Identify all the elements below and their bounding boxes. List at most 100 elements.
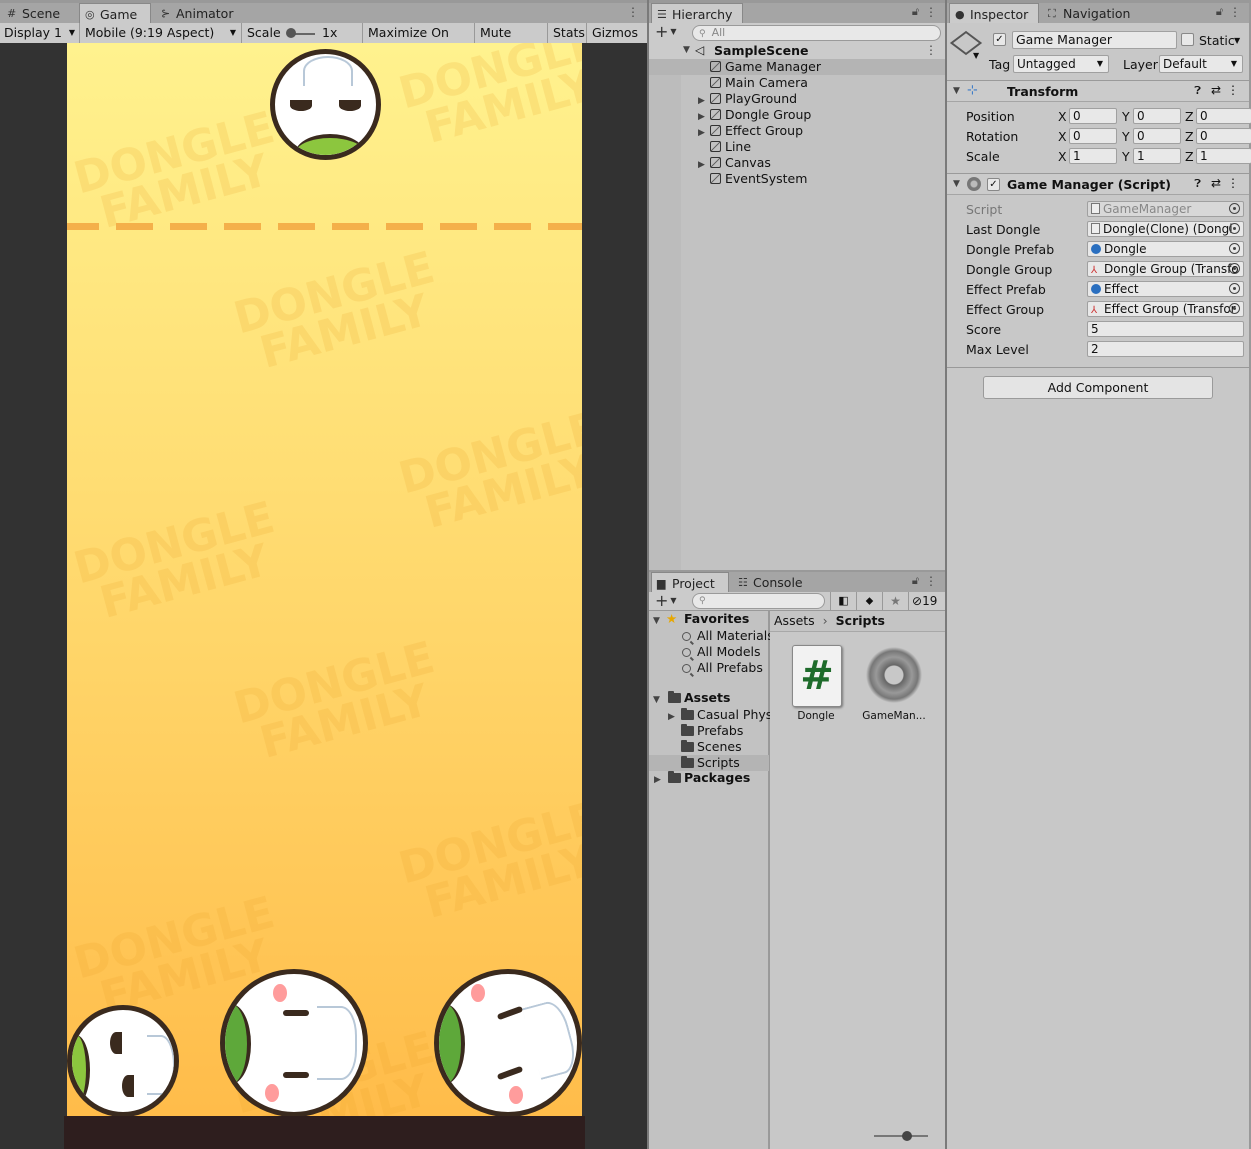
asset-gamemanager-script[interactable]: GameMan...: [860, 643, 928, 723]
tab-game[interactable]: ◎ Game: [79, 3, 151, 24]
object-field[interactable]: Dongle(Clone) (Dongl: [1087, 221, 1244, 237]
favorites-item[interactable]: All Prefabs: [682, 660, 763, 676]
assets-folder[interactable]: Prefabs: [649, 723, 769, 739]
assets-folder[interactable]: ▶ Casual Phys: [649, 707, 772, 723]
mute-audio-button[interactable]: Mute Audio: [476, 23, 548, 60]
project-search-input[interactable]: ⚲: [692, 593, 825, 609]
more-menu-icon[interactable]: ⋮: [1229, 5, 1241, 19]
object-field[interactable]: ⅄ Dongle Group (Transfo: [1087, 261, 1244, 277]
help-icon[interactable]: ❓︎: [1194, 84, 1201, 98]
expand-arrow-icon[interactable]: ▼: [653, 692, 660, 708]
asset-dongle-script[interactable]: # Dongle: [784, 643, 848, 723]
hierarchy-item[interactable]: Game Manager: [649, 59, 945, 75]
icon-size-slider[interactable]: [874, 1135, 928, 1137]
game-viewport[interactable]: DONGLE FAMILY DONGLE FAMILY DONGLE FAMIL…: [0, 43, 647, 1149]
object-picker-icon[interactable]: [1229, 283, 1240, 294]
display-dropdown[interactable]: Display 1 ▼: [0, 23, 80, 44]
create-add-button[interactable]: + ▼: [655, 23, 677, 41]
more-menu-icon[interactable]: ⋮: [1227, 83, 1239, 97]
more-menu-icon[interactable]: ⋮: [925, 574, 937, 588]
transform-y-input[interactable]: 1: [1133, 148, 1181, 164]
object-field[interactable]: ⅄ Effect Group (Transfor: [1087, 301, 1244, 317]
stats-button[interactable]: Stats: [549, 23, 587, 44]
tab-hierarchy[interactable]: ☰ Hierarchy: [651, 3, 743, 24]
lock-icon[interactable]: 🔓︎: [912, 5, 919, 19]
hierarchy-item[interactable]: ▶ Canvas: [649, 155, 945, 171]
tab-console[interactable]: ☷ Console: [733, 572, 823, 593]
lock-icon[interactable]: 🔓︎: [1216, 5, 1223, 19]
favorites-item[interactable]: All Models: [682, 644, 761, 660]
favorite-star-icon[interactable]: ★: [882, 592, 908, 611]
transform-x-input[interactable]: 0: [1069, 128, 1117, 144]
favorites-item[interactable]: All Materials: [682, 628, 774, 644]
object-picker-icon[interactable]: [1229, 263, 1240, 274]
transform-z-input[interactable]: 0: [1196, 128, 1251, 144]
object-picker-icon[interactable]: [1229, 243, 1240, 254]
help-icon[interactable]: ❓︎: [1194, 177, 1201, 191]
object-field[interactable]: Dongle: [1087, 241, 1244, 257]
object-field[interactable]: Effect: [1087, 281, 1244, 297]
tab-navigation[interactable]: ⛶ Navigation: [1043, 3, 1143, 24]
hierarchy-item[interactable]: EventSystem: [649, 171, 945, 187]
more-menu-icon[interactable]: ⋮: [627, 5, 639, 19]
tab-inspector[interactable]: ● Inspector: [949, 3, 1039, 24]
presets-icon[interactable]: ⇄: [1211, 83, 1221, 97]
dropdown-arrow-icon[interactable]: ▼: [1234, 36, 1240, 45]
tab-animator[interactable]: ⊱ Animator: [156, 3, 246, 24]
transform-x-input[interactable]: 0: [1069, 108, 1117, 124]
lock-icon[interactable]: 🔓︎: [912, 574, 919, 588]
transform-y-input[interactable]: 0: [1133, 128, 1181, 144]
hidden-packages-toggle[interactable]: ⊘19: [908, 592, 945, 611]
maximize-on-play-button[interactable]: Maximize On Play: [364, 23, 475, 60]
object-name-input[interactable]: Game Manager: [1012, 31, 1177, 49]
expand-arrow-icon[interactable]: ▼: [953, 179, 960, 189]
value-input[interactable]: 2: [1087, 341, 1244, 357]
breadcrumb-scripts[interactable]: Scripts: [836, 613, 885, 628]
value-input[interactable]: 5: [1087, 321, 1244, 337]
slider-handle[interactable]: [902, 1131, 912, 1141]
object-picker-icon[interactable]: [1229, 223, 1240, 234]
assets-folder[interactable]: Scripts: [649, 755, 769, 771]
game-canvas[interactable]: DONGLE FAMILY DONGLE FAMILY DONGLE FAMIL…: [67, 43, 582, 1116]
expand-arrow-icon[interactable]: ▶: [654, 772, 661, 788]
expand-arrow-icon[interactable]: ▼: [683, 45, 690, 55]
tab-project[interactable]: ▆ Project: [651, 572, 729, 593]
dropdown-arrow-icon[interactable]: ▼: [973, 51, 979, 60]
hierarchy-item[interactable]: ▶ PlayGround: [649, 91, 945, 107]
scene-header[interactable]: ▼ ◁ SampleScene ⋮: [649, 43, 945, 59]
aspect-dropdown[interactable]: Mobile (9:19 Aspect) ▼: [81, 23, 242, 44]
transform-z-input[interactable]: 1: [1196, 148, 1251, 164]
transform-header[interactable]: ▼ ⊹ Transform ❓︎ ⇄ ⋮: [947, 80, 1249, 102]
more-menu-icon[interactable]: ⋮: [1227, 176, 1239, 190]
slider-handle[interactable]: [286, 28, 296, 38]
hierarchy-item[interactable]: Main Camera: [649, 75, 945, 91]
hierarchy-item[interactable]: ▶ Effect Group: [649, 123, 945, 139]
add-component-button[interactable]: Add Component: [983, 376, 1213, 399]
expand-arrow-icon[interactable]: ▼: [953, 86, 960, 96]
hierarchy-item[interactable]: Line: [649, 139, 945, 155]
breadcrumb-assets[interactable]: Assets: [774, 613, 815, 628]
scale-slider[interactable]: Scale 1x: [243, 23, 363, 44]
tag-dropdown[interactable]: Untagged ▼: [1013, 55, 1109, 73]
layer-dropdown[interactable]: Default ▼: [1159, 55, 1243, 73]
expand-arrow-icon[interactable]: ▼: [653, 613, 660, 629]
object-picker-icon[interactable]: [1229, 303, 1240, 314]
script-component-header[interactable]: ▼ ✓ Game Manager (Script) ❓︎ ⇄ ⋮: [947, 173, 1249, 195]
transform-y-input[interactable]: 0: [1133, 108, 1181, 124]
transform-z-input[interactable]: 0: [1196, 108, 1251, 124]
object-picker-icon[interactable]: [1229, 203, 1240, 214]
tab-scene[interactable]: # Scene: [2, 3, 78, 24]
hierarchy-item[interactable]: ▶ Dongle Group: [649, 107, 945, 123]
component-enabled-checkbox[interactable]: ✓: [987, 178, 1000, 191]
assets-folder[interactable]: Scenes: [649, 739, 769, 755]
presets-icon[interactable]: ⇄: [1211, 176, 1221, 190]
active-checkbox[interactable]: ✓: [993, 33, 1006, 46]
static-checkbox[interactable]: [1181, 33, 1194, 46]
transform-x-input[interactable]: 1: [1069, 148, 1117, 164]
more-menu-icon[interactable]: ⋮: [925, 43, 937, 57]
search-by-label-icon[interactable]: ⬥: [856, 592, 882, 611]
more-menu-icon[interactable]: ⋮: [925, 5, 937, 19]
create-add-button[interactable]: + ▼: [655, 592, 677, 609]
gizmos-dropdown[interactable]: Gizmos: [588, 23, 647, 44]
hierarchy-search-input[interactable]: ⚲ All: [692, 25, 941, 41]
